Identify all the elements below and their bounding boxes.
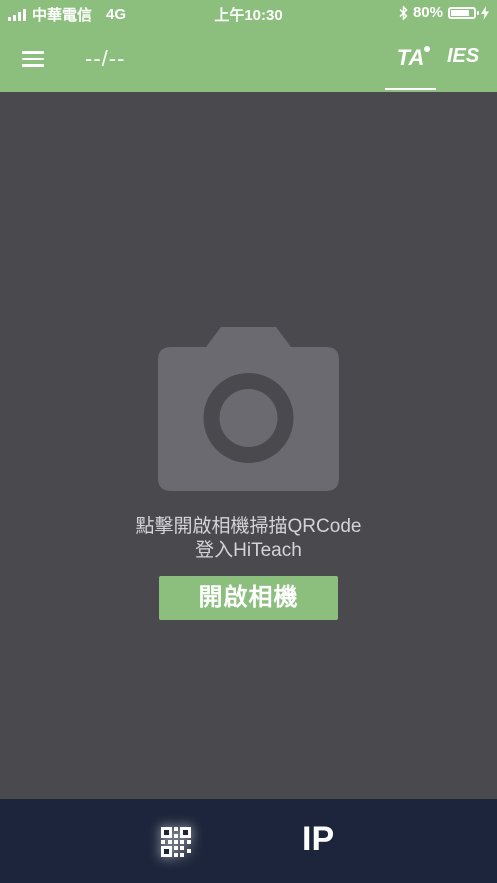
- battery-fill: [451, 9, 469, 16]
- battery-percent: 80%: [412, 4, 443, 21]
- registered-dot-icon: [424, 46, 431, 52]
- scan-prompt-line2: 登入HiTeach: [195, 540, 302, 561]
- camera-icon: [158, 327, 339, 491]
- ip-button[interactable]: IP: [302, 820, 334, 859]
- qrcode-icon[interactable]: [161, 827, 191, 857]
- bottom-bar: [0, 799, 497, 883]
- status-right: 80%: [399, 4, 489, 21]
- scan-prompt-line1: 點擊開啟相機掃描QRCode: [135, 516, 362, 537]
- charging-icon: [481, 5, 489, 20]
- bluetooth-icon: [399, 5, 408, 20]
- tab-ta[interactable]: TA: [385, 26, 436, 90]
- top-nav: --/-- TA IES: [0, 26, 497, 92]
- active-tab-indicator: [385, 88, 436, 90]
- battery-icon: [448, 6, 479, 19]
- tab-ta-label: TA: [396, 45, 425, 70]
- open-camera-button[interactable]: 開啟相機: [159, 576, 338, 620]
- status-bar: 中華電信 4G 上午10:30 80%: [0, 0, 497, 26]
- hamburger-icon[interactable]: [22, 51, 44, 67]
- app-header: 中華電信 4G 上午10:30 80% --/-- TA IES: [0, 0, 497, 92]
- date-display: --/--: [85, 46, 126, 71]
- tab-ies[interactable]: IES: [447, 45, 479, 68]
